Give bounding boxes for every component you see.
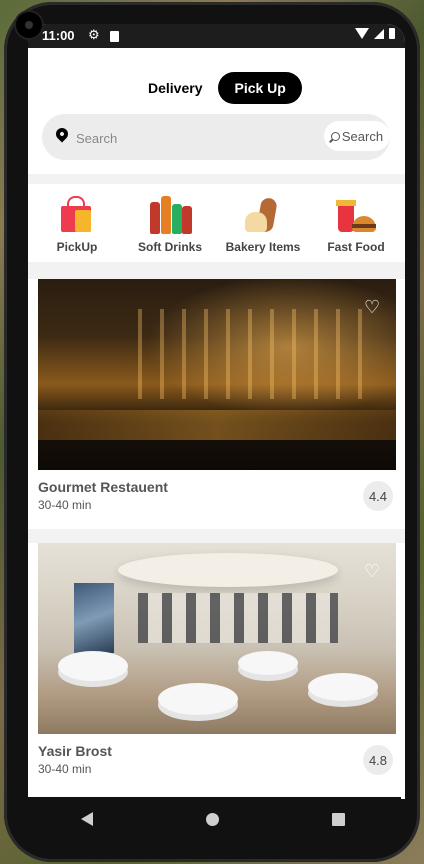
restaurant-image: ♡ — [38, 279, 396, 470]
favorite-heart-icon[interactable]: ♡ — [364, 562, 380, 580]
search-bar: Search — [42, 114, 390, 160]
shopping-bag-icon — [55, 194, 99, 236]
search-button-label: Search — [341, 128, 384, 144]
screen: 11:00 ⚙ Delivery Pick Up Search Search P… — [28, 24, 405, 799]
restaurant-image: ♡ — [38, 543, 396, 734]
delivery-tab[interactable]: Delivery — [138, 73, 212, 103]
category-soft-drinks[interactable]: Soft Drinks — [127, 184, 213, 262]
back-icon[interactable] — [80, 812, 93, 826]
header-section: Delivery Pick Up Search — [28, 48, 405, 174]
search-icon — [330, 131, 340, 141]
status-bar: 11:00 ⚙ — [28, 24, 405, 48]
settings-gear-icon: ⚙ — [88, 27, 100, 42]
delivery-time: 30-40 min — [38, 498, 92, 512]
delivery-time: 30-40 min — [38, 762, 92, 776]
favorite-heart-icon[interactable]: ♡ — [364, 298, 380, 316]
mode-toggle: Delivery Pick Up — [138, 72, 302, 104]
status-time: 11:00 — [42, 28, 75, 43]
rating-badge: 4.8 — [363, 745, 393, 775]
burger-drink-icon — [334, 194, 378, 236]
category-bakery-items[interactable]: Bakery Items — [220, 184, 306, 262]
category-label: Fast Food — [327, 240, 385, 254]
restaurant-card[interactable]: ♡ Gourmet Restauent 30-40 min 4.4 — [28, 279, 405, 529]
wifi-icon — [355, 28, 369, 39]
category-label: Bakery Items — [225, 240, 301, 254]
search-button[interactable]: Search — [324, 121, 390, 151]
search-input[interactable] — [74, 126, 318, 150]
camera-icon — [16, 12, 42, 38]
restaurant-name: Gourmet Restauent — [38, 479, 168, 495]
battery-icon — [389, 28, 395, 39]
home-icon[interactable] — [205, 812, 219, 826]
category-fast-food[interactable]: Fast Food — [313, 184, 399, 262]
category-label: PickUp — [56, 240, 98, 254]
app-content: Delivery Pick Up Search P — [28, 48, 405, 799]
category-label: Soft Drinks — [137, 240, 202, 254]
soda-bottles-icon — [148, 194, 192, 236]
pickup-tab[interactable]: Pick Up — [218, 72, 302, 104]
sd-card-icon — [110, 31, 119, 42]
category-row: PickUp Soft Drinks Bakery Items Fast Foo… — [28, 184, 405, 262]
category-pickup[interactable]: PickUp — [34, 184, 120, 262]
phone-frame: 11:00 ⚙ Delivery Pick Up Search Search P… — [4, 2, 420, 862]
signal-icon — [374, 28, 384, 39]
status-icons — [355, 28, 395, 39]
restaurant-name: Yasir Brost — [38, 743, 112, 759]
rating-badge: 4.4 — [363, 481, 393, 511]
android-nav-bar — [24, 797, 401, 841]
bread-icon — [241, 194, 285, 236]
location-pin-icon — [53, 125, 71, 143]
restaurant-card[interactable]: ♡ Yasir Brost 30-40 min 4.8 — [28, 543, 405, 799]
recent-apps-icon[interactable] — [331, 812, 345, 826]
